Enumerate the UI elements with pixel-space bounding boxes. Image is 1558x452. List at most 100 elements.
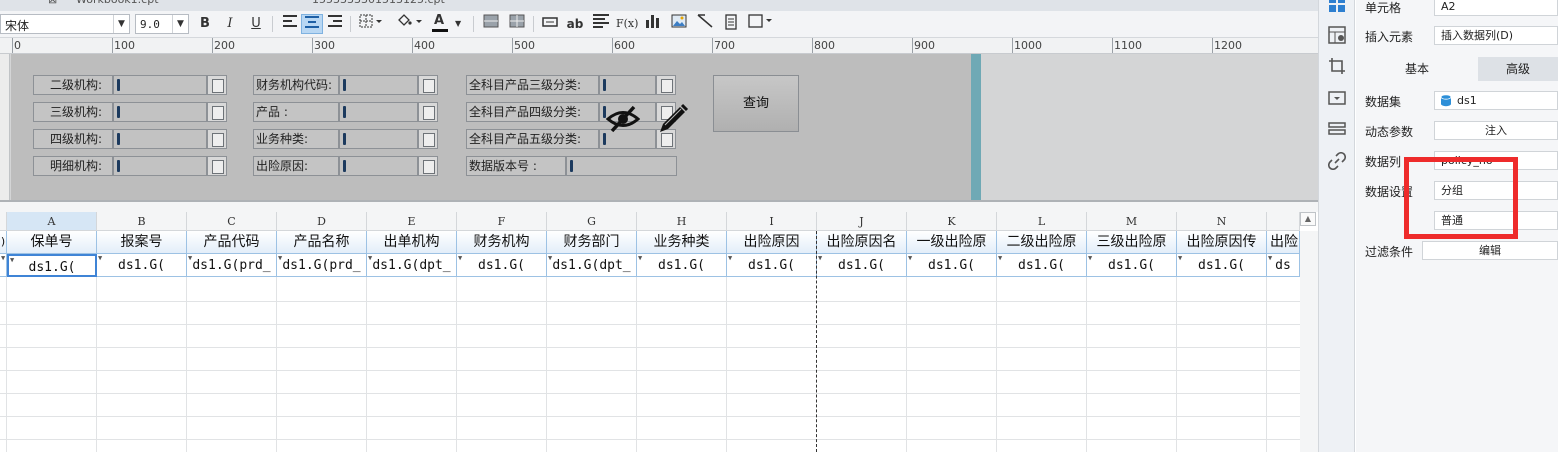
column-header-l[interactable]: L [997,212,1087,231]
cell-attributes-icon[interactable] [1328,0,1346,13]
column-header-g[interactable]: G [547,212,637,231]
subreport-icon[interactable] [720,14,742,34]
column-header-i[interactable]: I [727,212,817,231]
dynamic-param-button[interactable]: 注入 [1434,121,1558,140]
header-cell[interactable]: 财务机构 [457,231,547,254]
data-cell[interactable]: ▼ ds1.G(dpt_ [367,254,457,277]
header-cell[interactable]: 出险原因名 [817,231,907,254]
align-center-icon[interactable] [301,14,323,34]
column-header-o[interactable] [1267,212,1300,231]
dataset-select[interactable]: ds1 [1434,91,1558,110]
column-header-k[interactable]: K [907,212,997,231]
data-cell-a2[interactable]: ▼ ds1.G( [7,254,97,277]
cell-style-icon[interactable] [1328,26,1346,44]
data-cell[interactable]: ▼ ds1.G(dpt_ [547,254,637,277]
cell-name-field[interactable]: A2 [1434,0,1558,16]
edit-pencil-icon[interactable] [656,102,690,136]
header-cell[interactable]: 出单机构 [367,231,457,254]
paragraph-icon[interactable] [590,14,612,34]
header-cell[interactable]: 财务部门 [547,231,637,254]
font-family-select[interactable]: 宋体 ▼ [0,14,130,34]
query-button[interactable]: 查询 [713,75,799,132]
underline-button[interactable]: U [245,14,267,34]
data-cell[interactable]: ▼ ds [1267,254,1300,277]
crop-frame-icon[interactable] [1328,57,1346,75]
widget-icon[interactable] [746,14,776,34]
claim-reason-input[interactable] [339,156,418,176]
fill-color-icon[interactable] [394,14,426,34]
column-header-h[interactable]: H [637,212,727,231]
font-size-select[interactable]: 9.0 ▼ [135,14,189,34]
data-cell[interactable]: ▼ ds1.G( [1087,254,1177,277]
org4-input[interactable] [113,129,207,149]
org3-input[interactable] [113,102,207,122]
org-detail-input[interactable] [113,156,207,176]
formula-button[interactable]: F(x) [616,14,638,34]
org4-picker-icon[interactable] [207,129,227,149]
column-header-e[interactable]: E [367,212,457,231]
unmerge-cells-icon[interactable] [506,14,528,34]
header-cell[interactable]: 出险原因 [727,231,817,254]
data-cell[interactable]: ▼ ds1.G( [907,254,997,277]
condition-list-icon[interactable] [1328,120,1346,138]
column-header-m[interactable]: M [1087,212,1177,231]
header-cell[interactable]: 二级出险原 [997,231,1087,254]
data-cell[interactable]: ▼ ds1.G( [457,254,547,277]
data-cell[interactable]: ▼ ds1.G( [817,254,907,277]
column-header-n[interactable]: N [1177,212,1267,231]
header-cell[interactable]: 产品代码 [187,231,277,254]
header-cell[interactable]: 三级出险原 [1087,231,1177,254]
border-icon[interactable] [356,14,386,34]
data-cell[interactable]: ▼ ds1.G( [727,254,817,277]
bold-button[interactable]: B [194,14,216,34]
header-cell[interactable]: 出险原因传 [1177,231,1267,254]
tab-advanced[interactable]: 高级 [1478,57,1558,81]
vertical-scrollbar[interactable] [1300,231,1318,452]
italic-button[interactable]: I [219,14,241,34]
image-icon[interactable] [668,14,690,34]
column-header-j[interactable]: J [817,212,907,231]
cat3-input[interactable] [599,75,656,95]
header-cell[interactable]: 保单号 [7,231,97,254]
header-cell[interactable]: 出险 [1267,231,1300,254]
parameter-form[interactable]: 二级机构: 三级机构: 四级机构: 明细机构: 财务机构代码: 产品 : 业务种… [11,54,971,200]
fin-org-code-input[interactable] [339,75,418,95]
file-tab-workbook[interactable]: Workbook1.cpt [76,0,159,11]
align-left-icon[interactable] [279,14,301,34]
tab-basic[interactable]: 基本 [1356,57,1478,81]
merge-cells-icon[interactable] [480,14,502,34]
filter-edit-button[interactable]: 编辑 [1422,241,1558,260]
data-cell[interactable]: ▼ ds1.G(prd_ [187,254,277,277]
product-input[interactable] [339,102,418,122]
hidden-eye-icon[interactable] [606,104,640,134]
text-control-icon[interactable] [539,14,561,34]
header-cell[interactable]: 产品名称 [277,231,367,254]
chart-icon[interactable] [642,14,664,34]
fin-org-code-picker-icon[interactable] [418,75,438,95]
dropdown-widget-icon[interactable] [1328,89,1346,107]
org-detail-picker-icon[interactable] [207,156,227,176]
header-cell[interactable]: 报案号 [97,231,187,254]
column-header-f[interactable]: F [457,212,547,231]
data-cell[interactable]: ▼ ds1.G( [97,254,187,277]
claim-reason-picker-icon[interactable] [418,156,438,176]
text-color-icon[interactable]: A ▼ [430,13,466,34]
slash-icon[interactable] [694,14,716,34]
data-cell[interactable]: ▼ ds1.G(prd_ [277,254,367,277]
column-header-b[interactable]: B [97,212,187,231]
column-header-c[interactable]: C [187,212,277,231]
data-version-input[interactable] [566,156,677,176]
header-cell[interactable]: 业务种类 [637,231,727,254]
tab-close-icon[interactable]: ⊠ [48,0,57,11]
scroll-up-icon[interactable]: ▲ [1300,212,1316,226]
file-tab-current[interactable]: 1553333301513125.cpt [312,0,445,11]
data-cell[interactable]: ▼ ds1.G( [1177,254,1267,277]
align-right-icon[interactable] [324,14,346,34]
column-header-a[interactable]: A [7,212,97,231]
form-resize-edge[interactable] [971,54,981,200]
biz-type-input[interactable] [339,129,418,149]
data-cell[interactable]: ▼ ds1.G( [637,254,727,277]
org2-input[interactable] [113,75,207,95]
cat3-picker-icon[interactable] [656,75,676,95]
header-cell[interactable]: 一级出险原 [907,231,997,254]
